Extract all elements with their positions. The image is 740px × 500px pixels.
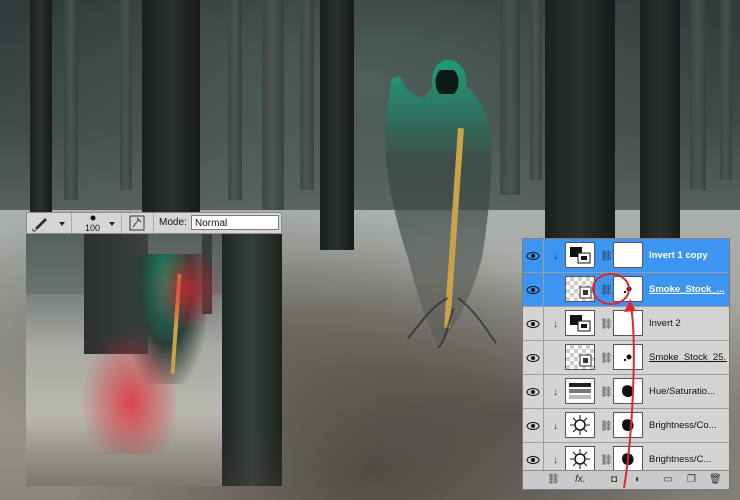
layer-row[interactable]: ⛓ Smoke_Stock_... — [523, 273, 729, 307]
adjustment-layer-icon[interactable]: ◐ — [635, 474, 641, 485]
clipping-mask-icon: ↓ — [553, 455, 558, 466]
zoomed-mask-preview — [26, 234, 282, 486]
layer-thumbnail[interactable] — [565, 310, 595, 336]
layer-thumbnail[interactable] — [565, 446, 595, 472]
layer-row[interactable]: ↓ ⛓ Invert 1 copy — [523, 239, 729, 273]
tree-trunk — [530, 0, 542, 180]
link-chain-icon[interactable]: ⛓ — [600, 455, 613, 466]
tree-trunk — [30, 0, 52, 230]
layers-panel-footer: ⛓ fx. ◘ ◐ ▭ ❐ 🗑 — [523, 470, 729, 489]
tree-trunk — [545, 0, 615, 245]
link-chain-icon[interactable]: ⛓ — [600, 387, 613, 398]
layer-thumbnail[interactable] — [565, 242, 595, 268]
layer-mask-thumbnail[interactable] — [613, 446, 643, 472]
layer-thumbnail[interactable] — [565, 344, 595, 370]
layer-name[interactable]: Hue/Saturatio... — [649, 386, 727, 397]
options-toolbar: 100 Mode: Normal — [26, 212, 282, 234]
layer-name[interactable]: Brightness/Co... — [649, 420, 727, 431]
link-chain-icon[interactable]: ⛓ — [600, 251, 613, 262]
brush-size-value: 100 — [85, 223, 101, 233]
link-chain-icon[interactable]: ⛓ — [600, 353, 613, 364]
tree-trunk — [640, 0, 680, 238]
layer-name[interactable]: Brightness/C... — [649, 454, 727, 465]
inset-ground-shadow — [26, 424, 282, 486]
new-layer-icon[interactable]: ❐ — [687, 474, 696, 485]
reaper-figure — [385, 60, 497, 348]
brush-panel-icon — [129, 215, 145, 231]
layer-name[interactable]: Invert 2 — [649, 318, 727, 329]
eye-icon[interactable] — [526, 317, 540, 329]
eye-icon[interactable] — [526, 453, 540, 465]
divider — [543, 307, 544, 341]
layer-mask-thumbnail[interactable] — [613, 276, 643, 302]
fx-icon[interactable]: fx. — [575, 474, 586, 485]
link-chain-icon[interactable]: ⛓ — [600, 319, 613, 330]
trash-icon[interactable]: 🗑 — [709, 474, 722, 485]
layer-row[interactable]: ↓ ⛓ Brightness/Co... — [523, 409, 729, 443]
mode-label: Mode: — [159, 217, 187, 228]
tree-trunk — [64, 0, 78, 200]
clipping-mask-icon: ↓ — [553, 319, 558, 330]
clipping-mask-icon: ↓ — [553, 387, 558, 398]
layer-row[interactable]: ↓ ⛓ Hue/Saturatio... — [523, 375, 729, 409]
divider — [543, 341, 544, 375]
tree-trunk — [300, 0, 314, 190]
tool-preset-picker[interactable] — [27, 213, 72, 233]
eye-icon[interactable] — [526, 351, 540, 363]
link-chain-icon[interactable]: ⛓ — [600, 421, 613, 432]
eye-icon[interactable] — [526, 385, 540, 397]
divider — [543, 409, 544, 443]
brush-tool-icon — [32, 218, 65, 232]
mask-brush-stroke — [146, 244, 226, 334]
layer-name[interactable]: Smoke_Stock_... — [649, 284, 727, 295]
tree-trunk — [228, 0, 242, 200]
divider — [543, 273, 544, 307]
layer-row[interactable]: ↓ ⛓ Invert 2 — [523, 307, 729, 341]
layers-panel: ↓ ⛓ Invert 1 copy ⛓ Smoke_Stock_... ↓ ⛓ Invert … — [522, 238, 730, 490]
layer-thumbnail[interactable] — [565, 276, 595, 302]
layer-mask-thumbnail[interactable] — [613, 412, 643, 438]
add-mask-icon[interactable]: ◘ — [611, 474, 617, 485]
layer-mask-thumbnail[interactable] — [613, 378, 643, 404]
eye-icon[interactable] — [526, 249, 540, 261]
tree-trunk — [500, 0, 520, 195]
tree-trunk — [690, 0, 706, 190]
tree-trunk — [320, 0, 354, 250]
divider — [543, 375, 544, 409]
layer-mask-thumbnail[interactable] — [613, 242, 643, 268]
layer-mask-thumbnail[interactable] — [613, 344, 643, 370]
link-layers-icon[interactable]: ⛓ — [547, 474, 560, 485]
layer-name[interactable]: Smoke_Stock_25... — [649, 352, 727, 363]
layer-row[interactable]: ⛓ Smoke_Stock_25... — [523, 341, 729, 375]
clipping-mask-icon: ↓ — [553, 421, 558, 432]
layer-thumbnail[interactable] — [565, 378, 595, 404]
group-icon[interactable]: ▭ — [663, 474, 672, 485]
layer-mask-thumbnail[interactable] — [613, 310, 643, 336]
clipping-mask-icon: ↓ — [553, 251, 558, 262]
blend-mode-select[interactable]: Normal — [191, 215, 279, 230]
tree-trunk — [720, 0, 732, 180]
tree-trunk — [142, 0, 200, 230]
brush-panel-toggle[interactable] — [121, 213, 154, 233]
tree-trunk — [262, 0, 284, 210]
brush-preset-picker[interactable]: 100 — [71, 213, 122, 233]
link-chain-icon[interactable]: ⛓ — [600, 285, 613, 296]
layer-thumbnail[interactable] — [565, 412, 595, 438]
tree-trunk — [120, 0, 132, 190]
divider — [543, 239, 544, 273]
eye-icon[interactable] — [526, 283, 540, 295]
layer-name[interactable]: Invert 1 copy — [649, 250, 727, 261]
eye-icon[interactable] — [526, 419, 540, 431]
